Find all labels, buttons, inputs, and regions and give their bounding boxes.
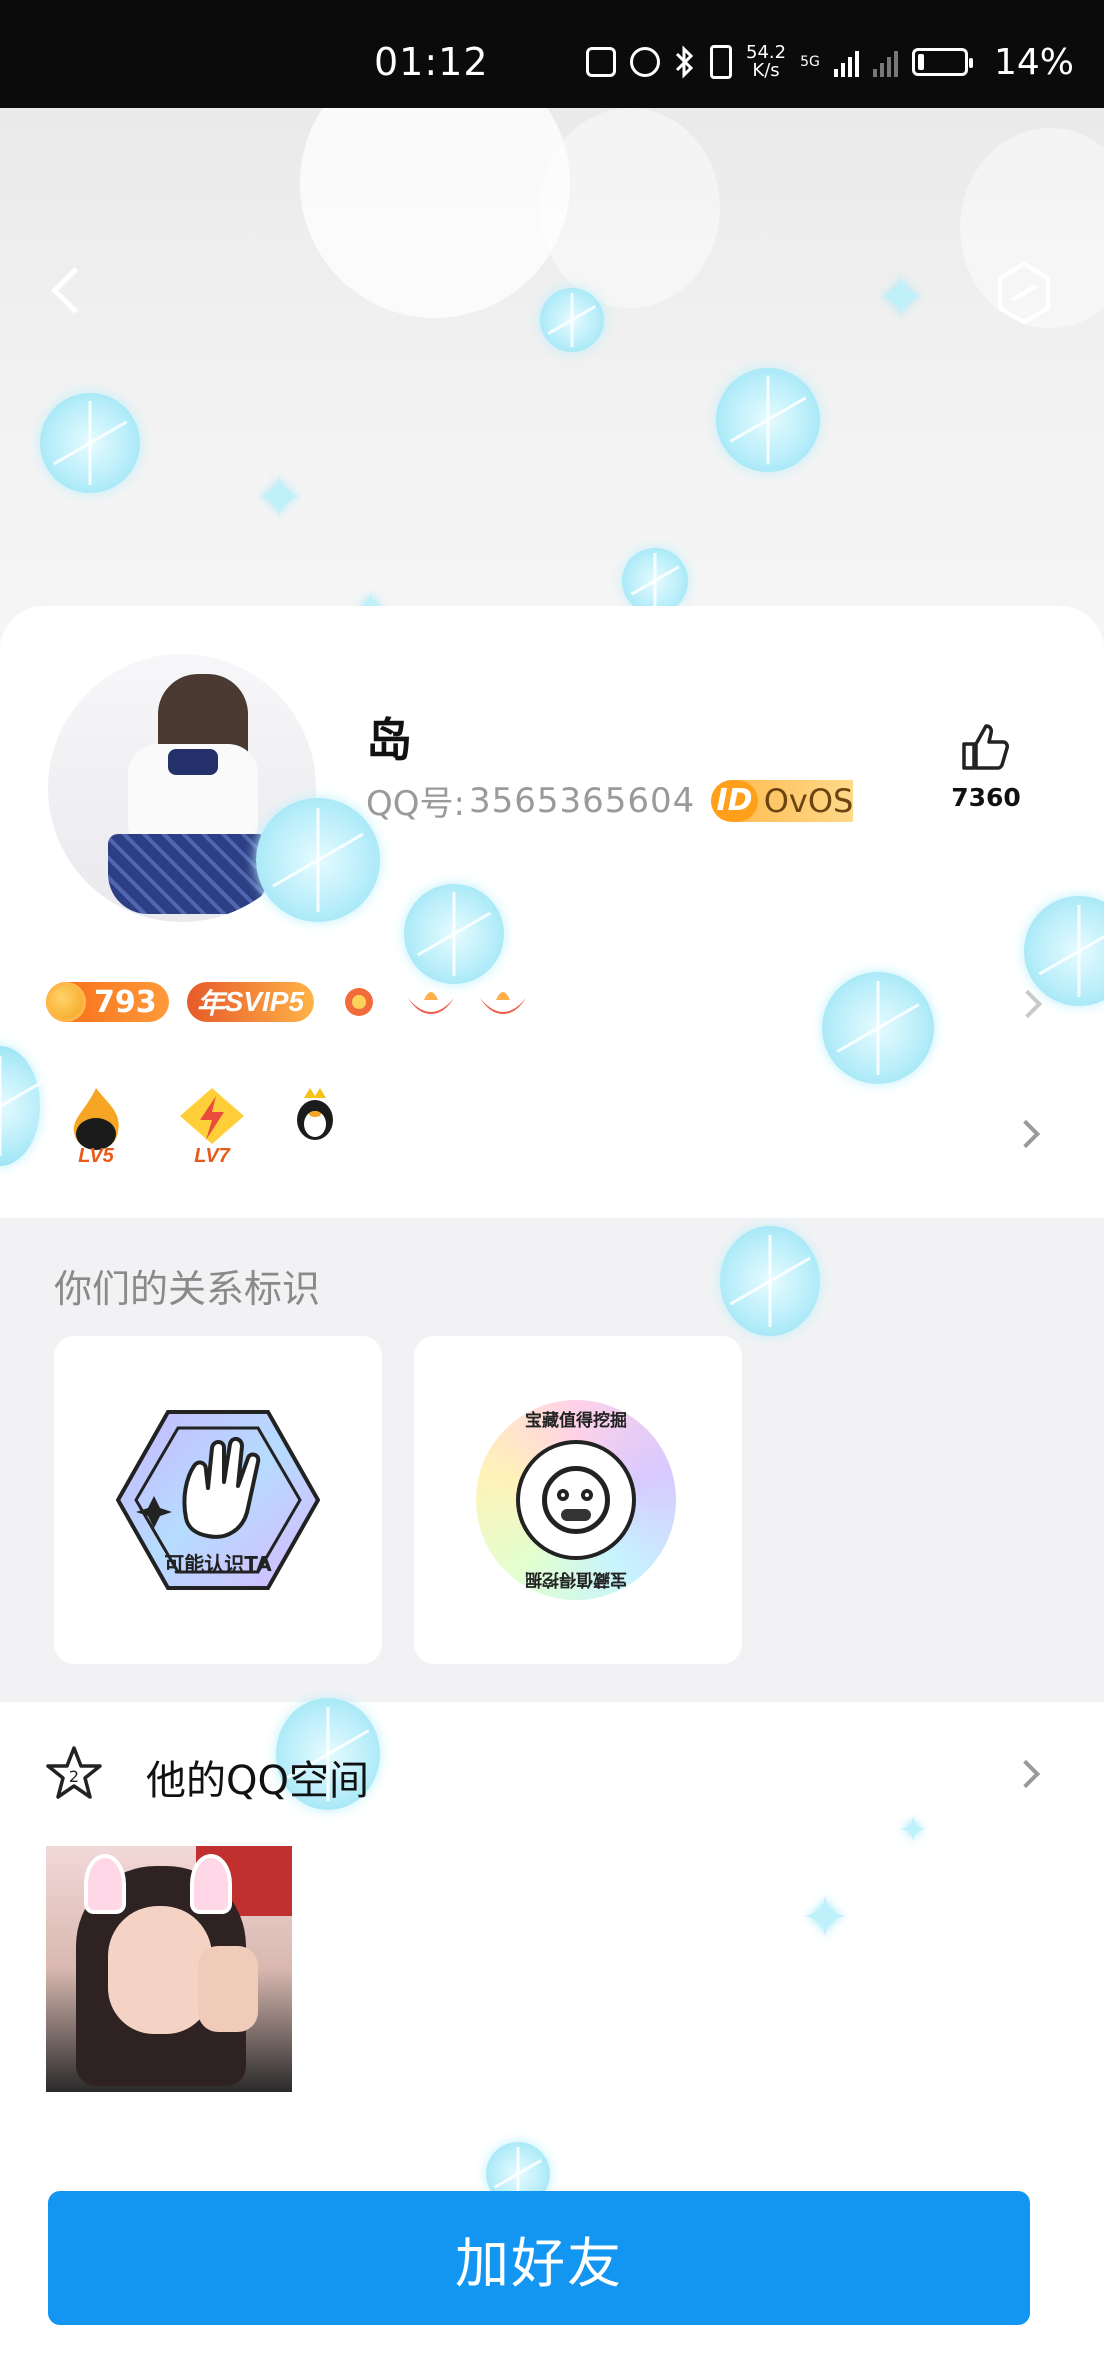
- cover-bubble: [540, 108, 720, 308]
- bunny-ear: [190, 1854, 232, 1914]
- id-badge[interactable]: ID OvOS: [711, 779, 854, 822]
- coin-icon: [46, 982, 86, 1022]
- status-time: 01:12: [374, 40, 489, 84]
- qq-label: QQ号:: [366, 784, 465, 824]
- thumbs-up-icon: [962, 724, 1009, 770]
- battery-icon: [911, 48, 973, 76]
- net-speed: 54.2 K/s: [746, 42, 787, 81]
- alarm-icon: [630, 47, 660, 77]
- id-badge-text: OvOS: [763, 781, 854, 820]
- smiley-eye: [557, 1489, 569, 1501]
- sparkle: ✦: [898, 1809, 929, 1850]
- smiley-face: [542, 1466, 610, 1534]
- seal-text-bottom: 宝藏值得挖掘: [525, 1569, 627, 1589]
- profile-cover: ✦ ✦ ✦: [0, 108, 1104, 668]
- bluetooth-icon: [675, 45, 694, 79]
- sparkle: ✦: [876, 264, 927, 331]
- smiley-seal-icon: 宝藏值得挖掘 宝藏值得挖掘: [476, 1400, 676, 1600]
- badge-row[interactable]: 793 年 SVIP5: [46, 980, 530, 1024]
- qq-number-row: QQ号: 3565365604 ID OvOS: [366, 776, 854, 825]
- bunny-ear: [84, 1854, 126, 1914]
- star-2-icon: 2: [46, 1746, 102, 1799]
- like-count: 7360: [951, 783, 1021, 812]
- snowflake: [822, 972, 934, 1084]
- level-label: LV5: [78, 1145, 114, 1167]
- signal-secondary-icon: [872, 47, 898, 77]
- photo-hand: [198, 1946, 258, 2032]
- hexagon-icon[interactable]: [994, 258, 1054, 328]
- sun-crown-icon: [345, 988, 374, 1016]
- vibrate-icon: [710, 45, 732, 79]
- coin-badge[interactable]: 793: [46, 982, 169, 1022]
- nfc-icon: [586, 47, 616, 77]
- snowflake: [622, 548, 688, 614]
- snowflake: [720, 1226, 820, 1336]
- smiley-mouth: [561, 1509, 591, 1521]
- qzone-chevron-icon[interactable]: [1011, 1759, 1041, 1789]
- profile-card: 岛 QQ号: 3565365604 ID OvOS 7360 793 年 SVI…: [0, 606, 1104, 1218]
- snowflake: [40, 393, 140, 493]
- snowflake: [256, 798, 380, 922]
- fire-boat-icon: [408, 992, 455, 1014]
- fire-boat-icon: [480, 992, 527, 1014]
- penguin-level-icon: [290, 1084, 340, 1168]
- svip-badge[interactable]: 年 SVIP5: [186, 982, 315, 1022]
- badge-row-chevron-icon[interactable]: [1013, 989, 1043, 1019]
- relation-title: 你们的关系标识: [54, 1267, 321, 1311]
- avatar-bow: [168, 749, 218, 775]
- sparkle: ✦: [800, 1884, 851, 1951]
- svg-text:2: 2: [69, 1767, 79, 1786]
- coin-count: 793: [94, 984, 157, 1020]
- network-type: 5G: [800, 54, 820, 70]
- relation-label: 可能认识TA: [164, 1552, 272, 1576]
- qzone-title: 他的QQ空间: [146, 1758, 369, 1804]
- level-label: LV7: [194, 1145, 230, 1167]
- smiley-eye: [581, 1489, 593, 1501]
- svip-prefix: 年: [196, 988, 225, 1019]
- photo-face: [108, 1906, 212, 2034]
- avatar-skirt: [108, 834, 268, 914]
- nickname: 岛: [366, 713, 412, 767]
- qzone-photo[interactable]: [46, 1846, 292, 2092]
- svip-label: SVIP5: [224, 986, 305, 1017]
- relation-card-treasure[interactable]: 宝藏值得挖掘 宝藏值得挖掘: [414, 1336, 742, 1664]
- status-icons: 54.2 K/s 5G: [586, 42, 973, 81]
- sparkle: ✦: [254, 464, 305, 531]
- snowflake: [540, 288, 604, 352]
- signal-icon: [833, 47, 859, 77]
- flame-level-icon: LV5: [58, 1084, 134, 1168]
- snowflake: [0, 1046, 40, 1166]
- level-row-chevron-icon[interactable]: [1011, 1119, 1041, 1149]
- snowflake: [404, 884, 504, 984]
- relation-card-may-know[interactable]: 可能认识TA: [54, 1336, 382, 1664]
- lightning-level-icon: LV7: [174, 1084, 250, 1168]
- cover-bubble: [300, 108, 570, 318]
- battery-percent: 14%: [994, 42, 1075, 83]
- id-icon: ID: [711, 779, 758, 822]
- snowflake: [716, 368, 820, 472]
- seal-text-top: 宝藏值得挖掘: [525, 1411, 627, 1431]
- snowflake: [1024, 896, 1104, 1006]
- qq-number[interactable]: 3565365604: [469, 781, 695, 821]
- battery-fill: [917, 54, 924, 70]
- add-friend-button[interactable]: 加好友: [48, 2191, 1030, 2325]
- like-button[interactable]: 7360: [950, 718, 1022, 812]
- level-row[interactable]: LV5 LV7: [58, 1084, 340, 1168]
- status-bar: 01:12 54.2 K/s 5G 14%: [0, 0, 1104, 108]
- back-button[interactable]: [40, 258, 90, 328]
- seal-inner: [516, 1440, 636, 1560]
